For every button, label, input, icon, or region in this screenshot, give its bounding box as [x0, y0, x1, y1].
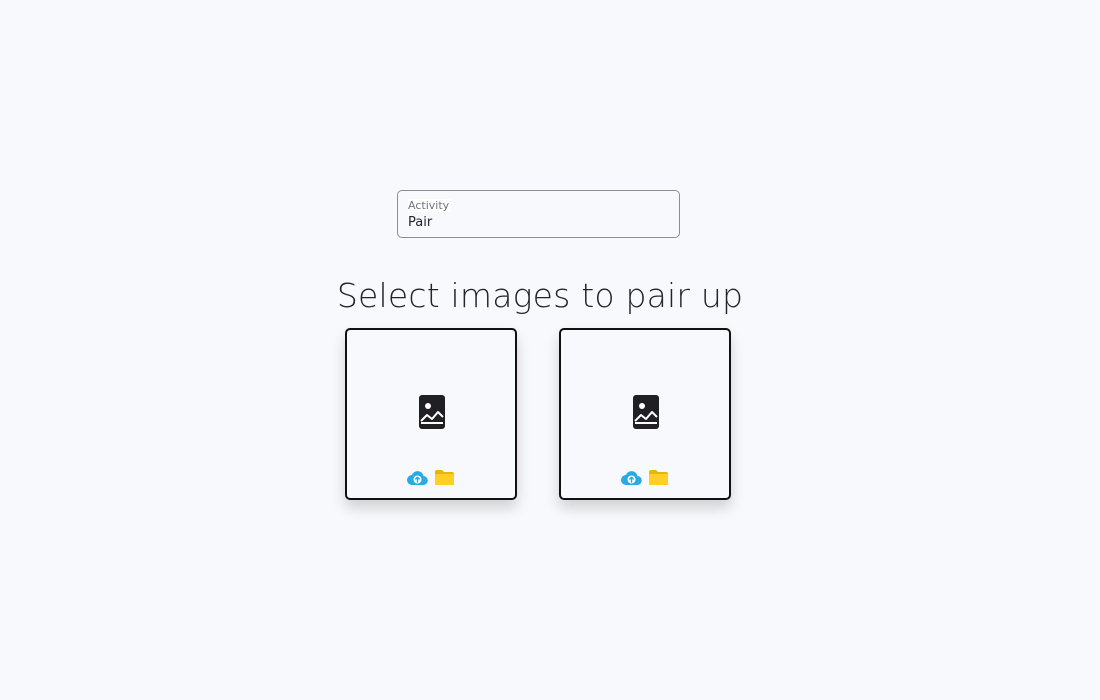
- image-placeholder-icon: [633, 395, 659, 429]
- page: Activity Pair Select images to pair up: [0, 0, 1100, 700]
- folder-icon[interactable]: [648, 469, 669, 486]
- page-heading: Select images to pair up: [336, 276, 744, 315]
- activity-label: Activity: [408, 199, 452, 212]
- image-placeholder-icon: [419, 395, 445, 429]
- upload-cloud-icon[interactable]: [407, 470, 428, 486]
- folder-icon[interactable]: [434, 469, 455, 486]
- image-slot-1[interactable]: [345, 328, 517, 500]
- image-slot-2[interactable]: [559, 328, 731, 500]
- card-actions: [347, 469, 515, 486]
- upload-cloud-icon[interactable]: [621, 470, 642, 486]
- activity-field[interactable]: Activity Pair: [397, 190, 680, 238]
- activity-value: Pair: [408, 215, 433, 230]
- card-actions: [561, 469, 729, 486]
